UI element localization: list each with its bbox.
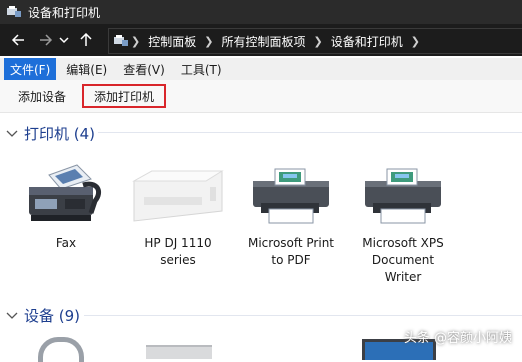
- device-label: Microsoft Print to PDF: [247, 236, 335, 267]
- printer-icon: [355, 159, 451, 227]
- address-bar[interactable]: ❯ 控制面板 ❯ 所有控制面板项 ❯ 设备和打印机 ❯: [108, 28, 522, 54]
- device-label: Microsoft XPS Document Writer: [362, 236, 444, 284]
- watermark: 头条 @容颜小阿姨: [403, 331, 512, 346]
- devices-group-label: 设备 (9): [24, 307, 81, 325]
- breadcrumb-item[interactable]: 所有控制面板项: [215, 33, 311, 50]
- recent-chevron-down-icon[interactable]: [58, 27, 70, 53]
- printers-group-header[interactable]: 打印机 (4): [6, 123, 95, 144]
- group-divider: [98, 132, 522, 133]
- headset-icon[interactable]: [38, 337, 84, 362]
- menu-edit[interactable]: 编辑(E): [60, 58, 113, 80]
- fax-icon: [18, 159, 114, 227]
- breadcrumb-separator-icon[interactable]: ❯: [409, 35, 422, 48]
- printer-icon: [243, 159, 339, 227]
- menu-tools[interactable]: 工具(T): [175, 58, 228, 80]
- device-item-microsoft-xps-writer[interactable]: Microsoft XPS Document Writer: [355, 159, 451, 286]
- devices-printers-icon: [6, 5, 22, 19]
- breadcrumb-item[interactable]: 设备和打印机: [325, 33, 409, 50]
- window-title: 设备和打印机: [28, 5, 101, 20]
- menu-file[interactable]: 文件(F): [4, 58, 57, 80]
- devices-group-header[interactable]: 设备 (9): [6, 305, 80, 326]
- chevron-down-icon[interactable]: [6, 312, 20, 320]
- forward-arrow-icon[interactable]: [36, 27, 56, 53]
- printers-group-label: 打印机 (4): [24, 125, 96, 143]
- breadcrumb-separator-icon: ❯: [204, 34, 214, 48]
- command-bar: 添加设备 添加打印机: [0, 80, 522, 113]
- device-label: HP DJ 1110 series: [144, 236, 212, 267]
- device-label: Fax: [55, 236, 77, 250]
- inkjet-printer-icon: [130, 159, 226, 227]
- add-printer-button[interactable]: 添加打印机: [82, 84, 167, 108]
- add-device-button[interactable]: 添加设备: [18, 86, 66, 106]
- computer-icon[interactable]: [146, 345, 212, 359]
- breadcrumb-separator-icon: ❯: [313, 34, 323, 48]
- group-divider: [84, 315, 522, 316]
- devices-pane: 打印机 (4) Fax HP DJ 1110 series Microsoft …: [0, 113, 522, 362]
- breadcrumb-item[interactable]: 控制面板: [142, 33, 202, 50]
- device-item-hp-dj-1110[interactable]: HP DJ 1110 series: [130, 159, 226, 269]
- menu-view[interactable]: 查看(V): [117, 58, 171, 80]
- chevron-down-icon[interactable]: [6, 130, 20, 138]
- device-item-fax[interactable]: Fax: [18, 159, 114, 252]
- device-item-microsoft-print-to-pdf[interactable]: Microsoft Print to PDF: [243, 159, 339, 269]
- breadcrumb-separator-icon: ❯: [131, 34, 141, 48]
- control-panel-icon: [113, 34, 129, 48]
- menu-bar: 文件(F) 编辑(E) 查看(V) 工具(T): [0, 58, 522, 80]
- title-bar: 设备和打印机: [0, 0, 522, 24]
- up-arrow-icon[interactable]: [76, 27, 96, 53]
- back-arrow-icon[interactable]: [8, 27, 28, 53]
